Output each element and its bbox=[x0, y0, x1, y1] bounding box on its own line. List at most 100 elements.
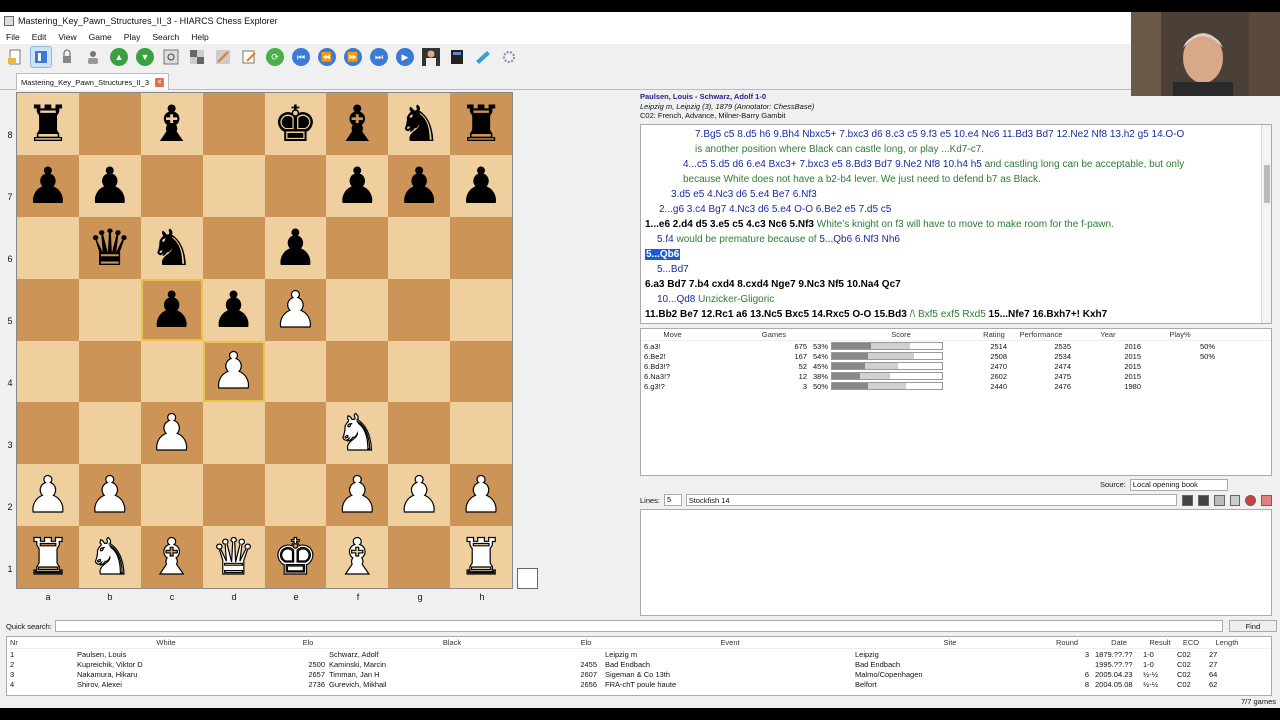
square-b4[interactable] bbox=[78, 340, 141, 403]
notation-line[interactable]: 3.d5 e5 4.Nc3 d6 5.e4 Be7 6.Nf3 bbox=[645, 187, 1257, 202]
last-move-button[interactable]: ⏭ bbox=[368, 46, 390, 68]
square-c3[interactable]: ♟ bbox=[140, 402, 203, 465]
move-text[interactable]: 5...Bd7 bbox=[657, 264, 689, 275]
notation-line[interactable]: 1...e6 2.d4 d5 3.e5 c5 4.c3 Nc6 5.Nf3 Wh… bbox=[645, 217, 1257, 232]
square-g5[interactable] bbox=[388, 278, 451, 341]
engine-start-icon[interactable] bbox=[1182, 494, 1193, 506]
white-rook-icon[interactable]: ♜ bbox=[25, 531, 71, 582]
square-h2[interactable]: ♟ bbox=[450, 464, 512, 527]
white-king-icon[interactable]: ♚ bbox=[272, 531, 318, 582]
square-e4[interactable] bbox=[264, 340, 327, 403]
notation-line[interactable]: 7.Bg5 c5 8.d5 h6 9.Bh4 Nbxc5+ 7.bxc3 d6 … bbox=[645, 127, 1257, 142]
square-h5[interactable] bbox=[450, 278, 512, 341]
menu-search[interactable]: Search bbox=[146, 32, 185, 42]
square-e7[interactable] bbox=[264, 154, 327, 217]
square-c1[interactable]: ♝ bbox=[140, 526, 203, 588]
lines-spinner[interactable]: 5 bbox=[664, 494, 682, 506]
notation-scrollbar[interactable] bbox=[1261, 125, 1271, 323]
white-bishop-icon[interactable]: ♝ bbox=[334, 531, 380, 582]
search-board-icon[interactable] bbox=[160, 46, 182, 68]
current-move[interactable]: 5...Qb6 bbox=[645, 249, 681, 260]
square-h8[interactable]: ♜ bbox=[450, 93, 512, 155]
square-e6[interactable]: ♟ bbox=[264, 216, 327, 279]
square-g3[interactable] bbox=[388, 402, 451, 465]
white-bishop-icon[interactable]: ♝ bbox=[149, 531, 195, 582]
square-b8[interactable] bbox=[78, 93, 141, 155]
square-f1[interactable]: ♝ bbox=[326, 526, 389, 588]
col-play[interactable]: Play% bbox=[1145, 330, 1215, 339]
square-c6[interactable]: ♞ bbox=[140, 216, 203, 279]
col-eco[interactable]: ECO bbox=[1177, 638, 1205, 647]
tab-mastering-key-pawn-structures[interactable]: Mastering_Key_Pawn_Structures_II_3 × bbox=[16, 73, 169, 90]
square-a8[interactable]: ♜ bbox=[17, 93, 79, 155]
notation-pane[interactable]: 7.Bg5 c5 8.d5 h6 9.Bh4 Nbxc5+ 7.bxc3 d6 … bbox=[640, 124, 1272, 324]
black-pawn-icon[interactable]: ♟ bbox=[273, 223, 318, 273]
square-h4[interactable] bbox=[450, 340, 512, 403]
black-rook-icon[interactable]: ♜ bbox=[26, 99, 71, 149]
move-text[interactable]: 4...c5 5.d5 d6 6.e4 Bxc3+ 7.bxc3 e5 8.Bd… bbox=[683, 159, 985, 170]
board-setup-icon[interactable] bbox=[186, 46, 208, 68]
tree-row[interactable]: 6.g3!? 3 50% 2440 2476 1980 bbox=[641, 381, 1271, 391]
square-g6[interactable] bbox=[388, 216, 451, 279]
notation-line[interactable]: 5...Bd7 bbox=[645, 262, 1257, 277]
col-black[interactable]: Black bbox=[329, 638, 575, 647]
col-rating[interactable]: Rating bbox=[951, 330, 1011, 339]
square-a3[interactable] bbox=[17, 402, 79, 465]
col-performance[interactable]: Performance bbox=[1011, 330, 1075, 339]
source-select[interactable]: Local opening book bbox=[1129, 478, 1228, 491]
white-pawn-icon[interactable]: ♟ bbox=[87, 470, 133, 521]
black-pawn-icon[interactable]: ♟ bbox=[397, 161, 442, 211]
menu-help[interactable]: Help bbox=[185, 32, 214, 42]
square-d8[interactable] bbox=[202, 93, 265, 155]
black-knight-icon[interactable]: ♞ bbox=[397, 99, 442, 149]
move-text[interactable]: 5.f4 bbox=[657, 234, 676, 245]
square-b6[interactable]: ♛ bbox=[78, 216, 141, 279]
col-white[interactable]: White bbox=[41, 638, 291, 647]
notation-line[interactable]: 4...c5 5.d5 d6 6.e4 Bxc3+ 7.bxc3 e5 8.Bd… bbox=[645, 157, 1257, 172]
square-a7[interactable]: ♟ bbox=[17, 154, 79, 217]
white-pawn-icon[interactable]: ♟ bbox=[458, 470, 504, 521]
engine-copy-icon[interactable] bbox=[1229, 494, 1241, 506]
square-b5[interactable] bbox=[78, 278, 141, 341]
notation-line[interactable]: 10...Qd8 Unzicker-Gligoric bbox=[645, 292, 1257, 307]
engine-arrow-icon[interactable] bbox=[1213, 494, 1225, 506]
black-queen-icon[interactable]: ♛ bbox=[87, 223, 132, 273]
col-result[interactable]: Result bbox=[1143, 638, 1177, 647]
menu-edit[interactable]: Edit bbox=[26, 32, 53, 42]
notation-line[interactable]: is another position where Black can cast… bbox=[645, 142, 1257, 157]
white-knight-icon[interactable]: ♞ bbox=[334, 408, 380, 459]
square-f7[interactable]: ♟ bbox=[326, 154, 389, 217]
square-e3[interactable] bbox=[264, 402, 327, 465]
col-games[interactable]: Games bbox=[701, 330, 811, 339]
square-d4[interactable]: ♟ bbox=[202, 340, 265, 403]
black-rook-icon[interactable]: ♜ bbox=[459, 99, 504, 149]
square-h6[interactable] bbox=[450, 216, 512, 279]
col-score[interactable]: Score bbox=[811, 330, 951, 339]
tree-row[interactable]: 6.Bd3!? 52 45% 2470 2474 2015 bbox=[641, 361, 1271, 371]
black-pawn-icon[interactable]: ♟ bbox=[211, 285, 256, 335]
game-row[interactable]: 3 Nakamura, Hikaru 2657 Timman, Jan H 2607 Si… bbox=[7, 669, 1271, 679]
menu-game[interactable]: Game bbox=[83, 32, 118, 42]
engine-settings-icon[interactable] bbox=[1261, 494, 1273, 506]
opponent-icon[interactable] bbox=[420, 46, 442, 68]
first-move-button[interactable]: ⏮ bbox=[290, 46, 312, 68]
square-f4[interactable] bbox=[326, 340, 389, 403]
new-game-button[interactable] bbox=[4, 46, 26, 68]
square-e2[interactable] bbox=[264, 464, 327, 527]
lock-icon[interactable] bbox=[56, 46, 78, 68]
square-a6[interactable] bbox=[17, 216, 79, 279]
col-nr[interactable]: Nr bbox=[7, 638, 41, 647]
square-f2[interactable]: ♟ bbox=[326, 464, 389, 527]
menu-file[interactable]: File bbox=[0, 32, 26, 42]
col-year[interactable]: Year bbox=[1075, 330, 1145, 339]
move-text[interactable]: 5...Qb6 6.Nf3 Nh6 bbox=[819, 234, 900, 245]
white-pawn-icon[interactable]: ♟ bbox=[211, 346, 257, 397]
white-pawn-icon[interactable]: ♟ bbox=[334, 470, 380, 521]
black-pawn-icon[interactable]: ♟ bbox=[87, 161, 132, 211]
black-bishop-icon[interactable]: ♝ bbox=[149, 99, 194, 149]
tree-row[interactable]: 6.Na3!? 12 38% 2602 2475 2015 bbox=[641, 371, 1271, 381]
engine-stop-icon[interactable] bbox=[1245, 494, 1257, 506]
black-pawn-icon[interactable]: ♟ bbox=[149, 285, 194, 335]
notation-line[interactable]: 2...g6 3.c4 Bg7 4.Nc3 d6 5.e4 O-O 6.Be2 … bbox=[645, 202, 1257, 217]
black-pawn-icon[interactable]: ♟ bbox=[26, 161, 71, 211]
